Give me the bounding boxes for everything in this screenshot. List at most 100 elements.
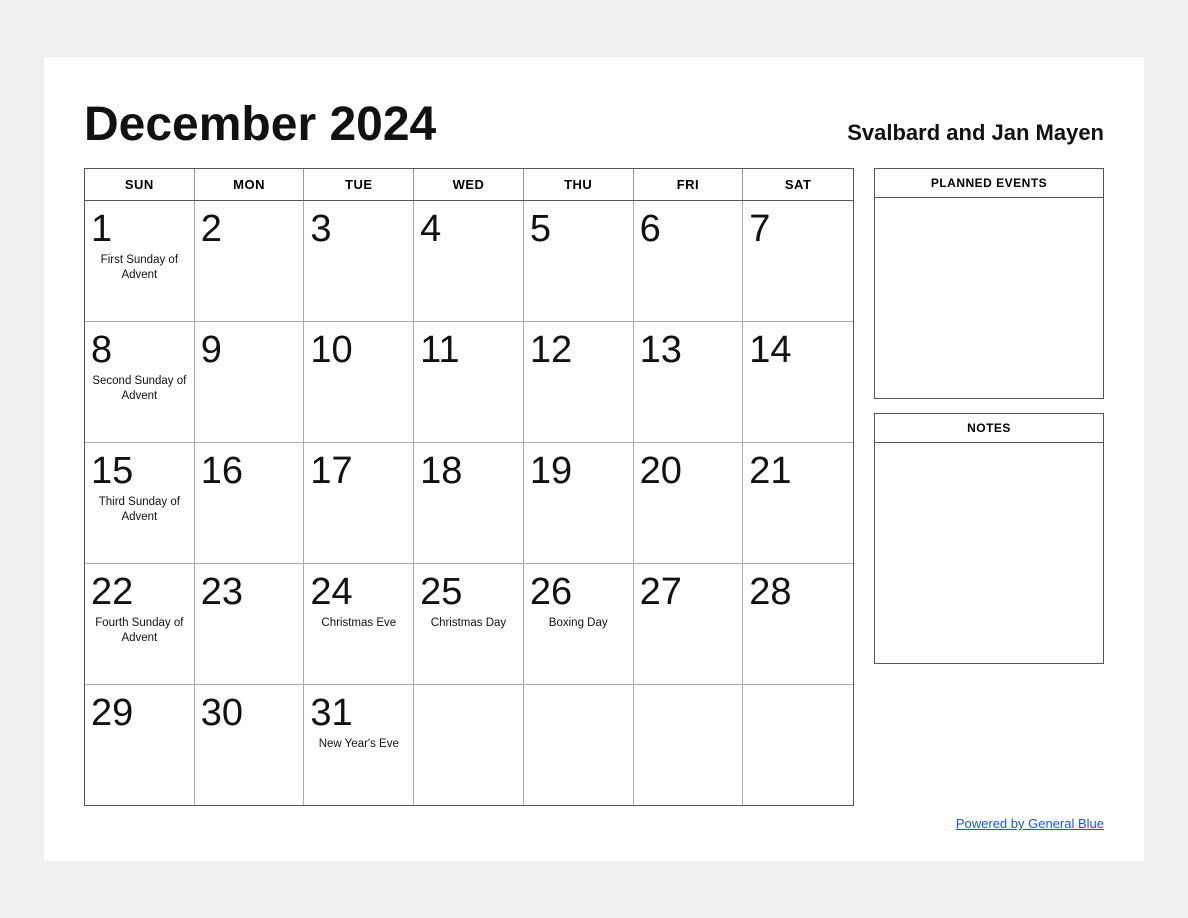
day-number: 20 xyxy=(640,451,737,493)
calendar-day-header: SAT xyxy=(743,169,853,200)
day-number: 16 xyxy=(201,451,298,493)
calendar-cell xyxy=(634,685,744,805)
day-number: 30 xyxy=(201,693,298,735)
calendar-day-header: FRI xyxy=(634,169,744,200)
calendar-cell: 21 xyxy=(743,443,853,563)
day-number: 14 xyxy=(749,330,847,372)
calendar-cell: 15Third Sunday of Advent xyxy=(85,443,195,563)
calendar-cell: 2 xyxy=(195,201,305,321)
calendar-cell: 10 xyxy=(304,322,414,442)
calendar-row: 1First Sunday of Advent234567 xyxy=(85,201,853,322)
calendar-cell xyxy=(524,685,634,805)
calendar-cell: 8Second Sunday of Advent xyxy=(85,322,195,442)
calendar-row: 8Second Sunday of Advent91011121314 xyxy=(85,322,853,443)
calendar-cell: 29 xyxy=(85,685,195,805)
calendar-cell: 28 xyxy=(743,564,853,684)
day-number: 9 xyxy=(201,330,298,372)
day-number: 8 xyxy=(91,330,188,372)
day-number: 15 xyxy=(91,451,188,493)
calendar-row: 22Fourth Sunday of Advent2324Christmas E… xyxy=(85,564,853,685)
day-number: 19 xyxy=(530,451,627,493)
calendar-cell: 1First Sunday of Advent xyxy=(85,201,195,321)
calendar-body: 1First Sunday of Advent2345678Second Sun… xyxy=(85,201,853,805)
calendar-cell: 17 xyxy=(304,443,414,563)
calendar-cell: 9 xyxy=(195,322,305,442)
calendar-cell: 6 xyxy=(634,201,744,321)
calendar-row: 15Third Sunday of Advent161718192021 xyxy=(85,443,853,564)
sidebar: PLANNED EVENTS NOTES xyxy=(874,168,1104,678)
day-number: 27 xyxy=(640,572,737,614)
calendar-cell xyxy=(414,685,524,805)
day-number: 17 xyxy=(310,451,407,493)
day-number: 31 xyxy=(310,693,407,735)
day-number: 2 xyxy=(201,209,298,251)
day-event: Christmas Day xyxy=(420,616,517,631)
calendar-cell: 23 xyxy=(195,564,305,684)
day-number: 5 xyxy=(530,209,627,251)
calendar-cell: 30 xyxy=(195,685,305,805)
notes-header: NOTES xyxy=(875,414,1103,443)
day-event: Fourth Sunday of Advent xyxy=(91,616,188,646)
day-number: 25 xyxy=(420,572,517,614)
day-event: Christmas Eve xyxy=(310,616,407,631)
day-number: 29 xyxy=(91,693,188,735)
day-number: 24 xyxy=(310,572,407,614)
calendar-cell xyxy=(743,685,853,805)
notes-box: NOTES xyxy=(874,413,1104,664)
calendar-day-header: THU xyxy=(524,169,634,200)
calendar-cell: 14 xyxy=(743,322,853,442)
day-event: First Sunday of Advent xyxy=(91,253,188,283)
calendar-cell: 5 xyxy=(524,201,634,321)
day-number: 21 xyxy=(749,451,847,493)
calendar-cell: 31 New Year's Eve xyxy=(304,685,414,805)
calendar-cell: 3 xyxy=(304,201,414,321)
page-title: December 2024 xyxy=(84,97,436,152)
day-number: 3 xyxy=(310,209,407,251)
calendar-cell: 7 xyxy=(743,201,853,321)
day-event: Third Sunday of Advent xyxy=(91,495,188,525)
calendar-day-header: MON xyxy=(195,169,305,200)
calendar-cell: 16 xyxy=(195,443,305,563)
planned-events-box: PLANNED EVENTS xyxy=(874,168,1104,399)
powered-link[interactable]: Powered by General Blue xyxy=(956,816,1104,831)
main-layout: SUNMONTUEWEDTHUFRISAT 1First Sunday of A… xyxy=(84,168,1104,806)
calendar-day-header: WED xyxy=(414,169,524,200)
calendar-cell: 4 xyxy=(414,201,524,321)
day-number: 22 xyxy=(91,572,188,614)
powered-footer: Powered by General Blue xyxy=(84,816,1104,831)
calendar-header-row: SUNMONTUEWEDTHUFRISAT xyxy=(85,169,853,201)
day-number: 7 xyxy=(749,209,847,251)
day-number: 28 xyxy=(749,572,847,614)
calendar-cell: 24 Christmas Eve xyxy=(304,564,414,684)
planned-events-header: PLANNED EVENTS xyxy=(875,169,1103,198)
day-number: 18 xyxy=(420,451,517,493)
calendar-cell: 18 xyxy=(414,443,524,563)
calendar-cell: 12 xyxy=(524,322,634,442)
day-number: 12 xyxy=(530,330,627,372)
calendar-cell: 20 xyxy=(634,443,744,563)
calendar-cell: 19 xyxy=(524,443,634,563)
page: December 2024 Svalbard and Jan Mayen SUN… xyxy=(44,57,1144,861)
calendar-cell: 27 xyxy=(634,564,744,684)
calendar-cell: 11 xyxy=(414,322,524,442)
calendar-cell: 25 Christmas Day xyxy=(414,564,524,684)
day-number: 13 xyxy=(640,330,737,372)
calendar-day-header: SUN xyxy=(85,169,195,200)
day-event: Boxing Day xyxy=(530,616,627,631)
calendar-row: 29 30 31 New Year's Eve xyxy=(85,685,853,805)
page-region: Svalbard and Jan Mayen xyxy=(847,120,1104,146)
day-number: 11 xyxy=(420,330,517,372)
day-event: New Year's Eve xyxy=(310,737,407,752)
day-number: 23 xyxy=(201,572,298,614)
calendar-day-header: TUE xyxy=(304,169,414,200)
day-event: Second Sunday of Advent xyxy=(91,374,188,404)
calendar-cell: 22Fourth Sunday of Advent xyxy=(85,564,195,684)
day-number: 6 xyxy=(640,209,737,251)
calendar: SUNMONTUEWEDTHUFRISAT 1First Sunday of A… xyxy=(84,168,854,806)
day-number: 1 xyxy=(91,209,188,251)
notes-body xyxy=(875,443,1103,663)
day-number: 26 xyxy=(530,572,627,614)
calendar-cell: 13 xyxy=(634,322,744,442)
day-number: 10 xyxy=(310,330,407,372)
calendar-cell: 26 Boxing Day xyxy=(524,564,634,684)
